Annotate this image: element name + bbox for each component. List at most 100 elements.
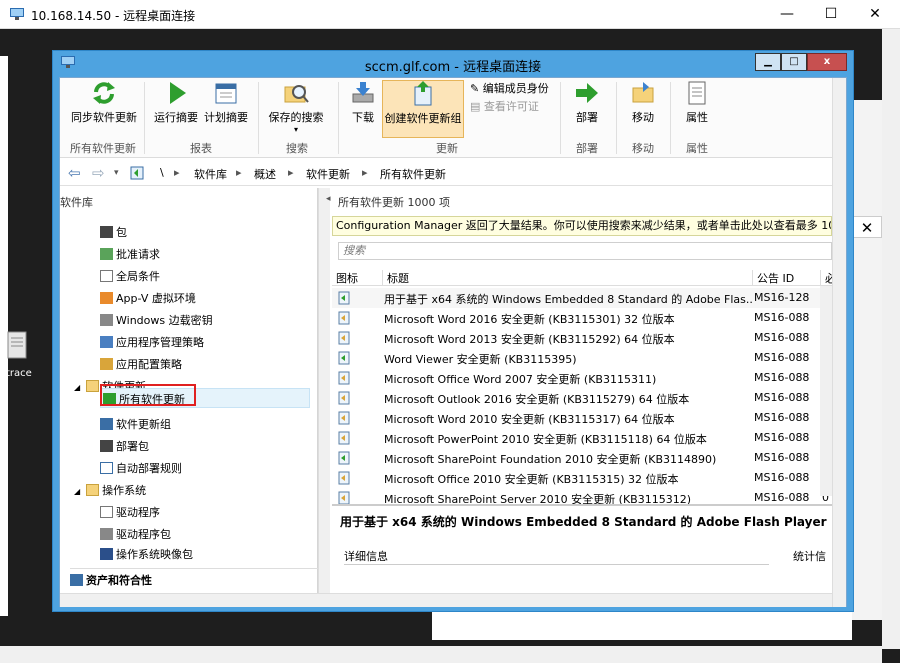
move-button[interactable]: 移动	[626, 80, 660, 125]
update-title: Microsoft Office 2010 安全更新 (KB3115315) 3…	[384, 473, 679, 486]
column-header-bulletin[interactable]: 公告 ID	[752, 270, 794, 286]
detail-tab-statistics[interactable]: 统计信	[793, 548, 826, 564]
tree-item-update-groups[interactable]: 软件更新组	[100, 416, 171, 432]
tree-item-packages[interactable]: 包	[100, 224, 127, 240]
collapse-arrow-icon[interactable]: ◂	[326, 194, 331, 204]
view-license-button[interactable]: ▤ 查看许可证	[470, 98, 539, 114]
table-row[interactable]: Microsoft SharePoint Foundation 2010 安全更…	[332, 448, 832, 468]
table-row[interactable]: 用于基于 x64 系统的 Windows Embedded 8 Standard…	[332, 288, 832, 308]
tree-item-driver-packages[interactable]: 驱动程序包	[100, 526, 171, 542]
update-title: Microsoft Word 2010 安全更新 (KB3115317) 64 …	[384, 413, 675, 426]
tree-item-drivers[interactable]: 驱动程序	[100, 504, 160, 520]
search-input[interactable]: 搜索	[338, 242, 832, 260]
forward-arrow-icon[interactable]: ⇨	[92, 164, 105, 182]
inner-close-button[interactable]: x	[807, 53, 847, 71]
update-icon	[338, 471, 350, 485]
tree-item-appv-environments[interactable]: App-V 虚拟环境	[100, 290, 196, 306]
expand-arrow-icon[interactable]: ◢	[74, 487, 80, 496]
bulletin-id: MS16-088	[754, 491, 810, 504]
table-row[interactable]: Word Viewer 安全更新 (KB3115395)MS16-0880	[332, 348, 832, 368]
download-icon	[352, 82, 374, 103]
tree-folder-operating-systems[interactable]: ◢ 操作系统	[74, 482, 146, 498]
ribbon-group-label: 部署	[576, 142, 598, 155]
approval-icon	[100, 248, 113, 260]
expand-arrow-icon[interactable]: ◢	[74, 383, 80, 392]
update-title: Microsoft PowerPoint 2010 安全更新 (KB311511…	[384, 433, 707, 446]
outer-horizontal-scrollbar[interactable]	[0, 646, 882, 663]
run-summary-button[interactable]: 运行摘要	[152, 80, 200, 125]
table-row[interactable]: Microsoft PowerPoint 2010 安全更新 (KB311511…	[332, 428, 832, 448]
breadcrumb-overview[interactable]: 概述	[254, 166, 276, 182]
table-row[interactable]: Microsoft Office 2010 安全更新 (KB3115315) 3…	[332, 468, 832, 488]
desktop-file-icon[interactable]	[6, 330, 30, 360]
column-header-icon[interactable]: 图标	[336, 270, 358, 286]
edit-membership-button[interactable]: ✎ 编辑成员身份	[470, 80, 549, 96]
breadcrumb-software-library[interactable]: 软件库	[194, 166, 227, 182]
horizontal-scrollbar[interactable]	[60, 593, 832, 607]
table-row[interactable]: Microsoft Office Word 2007 安全更新 (KB31153…	[332, 368, 832, 388]
move-folder-icon	[632, 82, 654, 103]
tree-item-os-images[interactable]: 操作系统映像包	[100, 546, 193, 562]
desktop-icon-label[interactable]: trace	[6, 368, 32, 379]
update-icon	[338, 331, 350, 345]
close-button[interactable]: ✕	[852, 0, 898, 29]
breadcrumb-root[interactable]: \	[160, 166, 164, 179]
detail-tab-details[interactable]: 详细信息	[344, 548, 388, 564]
inner-minimize-button[interactable]: ▁	[755, 53, 781, 71]
update-title: 用于基于 x64 系统的 Windows Embedded 8 Standard…	[384, 293, 752, 306]
background-close-icon[interactable]: ✕	[852, 216, 882, 238]
tree-item-app-management-policies[interactable]: 应用程序管理策略	[100, 334, 204, 350]
breadcrumb-software-updates[interactable]: 软件更新	[306, 166, 350, 182]
assets-icon	[70, 574, 83, 586]
chevron-right-icon: ▸	[362, 166, 368, 179]
update-group-icon	[414, 81, 432, 106]
play-icon	[170, 82, 186, 104]
back-arrow-icon[interactable]: ⇦	[68, 164, 81, 182]
column-header-title[interactable]: 标题	[382, 270, 409, 286]
bulletin-id: MS16-088	[754, 331, 810, 344]
create-update-group-button[interactable]: 创建软件更新组	[382, 80, 464, 138]
history-dropdown-icon[interactable]: ▾	[114, 168, 119, 178]
rule-icon	[100, 462, 113, 474]
properties-icon	[688, 81, 706, 105]
tree-item-global-conditions[interactable]: 全局条件	[100, 268, 160, 284]
calendar-icon	[215, 83, 237, 104]
minimize-button[interactable]: —	[764, 0, 810, 29]
grid-header: 图标 标题 公告 ID 必	[332, 266, 836, 286]
bulletin-id: MS16-088	[754, 431, 810, 444]
tree-item-app-config-policies[interactable]: 应用配置策略	[100, 356, 182, 372]
download-button[interactable]: 下载	[348, 80, 378, 125]
workspace-assets-compliance[interactable]: 资产和符合性	[70, 568, 318, 588]
table-row[interactable]: Microsoft Word 2016 安全更新 (KB3115301) 32 …	[332, 308, 832, 328]
properties-button[interactable]: 属性	[680, 80, 714, 125]
results-pane: ◂ 所有软件更新 1000 项 Configuration Manager 返回…	[326, 188, 836, 593]
table-row[interactable]: Microsoft Word 2013 安全更新 (KB3115292) 64 …	[332, 328, 832, 348]
deploy-button[interactable]: 部署	[570, 80, 604, 125]
schedule-summary-button[interactable]: 计划摘要	[202, 80, 250, 125]
software-library-icon	[130, 166, 144, 180]
update-title: Microsoft Word 2016 安全更新 (KB3115301) 32 …	[384, 313, 675, 326]
detail-title: 用于基于 x64 系统的 Windows Embedded 8 Standard…	[340, 515, 830, 529]
inner-maximize-button[interactable]: □	[781, 53, 807, 71]
large-results-notice[interactable]: Configuration Manager 返回了大量结果。你可以使用搜索来减少…	[332, 216, 832, 236]
ribbon-separator	[670, 82, 671, 154]
outer-vertical-scrollbar[interactable]	[882, 29, 900, 649]
results-scrollbar[interactable]	[820, 286, 832, 496]
tree-item-deployment-packages[interactable]: 部署包	[100, 438, 149, 454]
maximize-button[interactable]: ☐	[808, 0, 854, 29]
table-row[interactable]: Microsoft Word 2010 安全更新 (KB3115317) 64 …	[332, 408, 832, 428]
console-vertical-scrollbar[interactable]	[832, 78, 846, 607]
update-icon	[338, 351, 350, 365]
driver-icon	[100, 506, 113, 518]
tree-item-auto-deployment-rules[interactable]: 自动部署规则	[100, 460, 182, 476]
saved-searches-button[interactable]: 保存的搜索 ▾	[266, 80, 326, 134]
tree-item-sideloading-keys[interactable]: Windows 边载密钥	[100, 312, 213, 328]
tree-item-approval-requests[interactable]: 批准请求	[100, 246, 160, 262]
license-icon: ▤	[470, 100, 481, 113]
navigation-pane-scrollbar[interactable]	[318, 188, 330, 593]
dropdown-arrow-icon: ▾	[293, 125, 298, 134]
sync-updates-button[interactable]: 同步软件更新	[70, 80, 138, 125]
background-right-panel	[852, 100, 882, 620]
table-row[interactable]: Microsoft Outlook 2016 安全更新 (KB3115279) …	[332, 388, 832, 408]
breadcrumb-all-software-updates[interactable]: 所有软件更新	[380, 166, 446, 182]
